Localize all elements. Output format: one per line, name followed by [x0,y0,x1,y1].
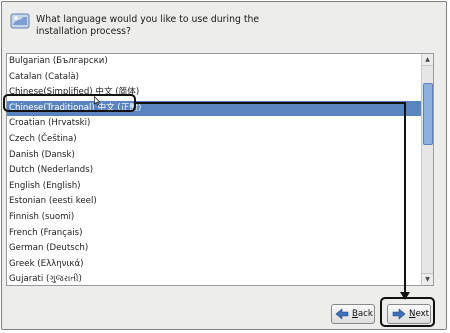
language-item[interactable]: Greek (Ελληνικά) [7,257,421,273]
mouse-cursor-icon [94,96,100,106]
back-button[interactable]: Back [331,304,375,324]
language-list-rows: Bulgarian (Български) Catalan (Català) Chi… [7,54,421,285]
language-item[interactable]: Danish (Dansk) [7,148,421,164]
language-item[interactable]: German (Deutsch) [7,241,421,257]
selection-callout-box [3,94,136,112]
scroll-down-icon[interactable]: ▼ [422,273,433,285]
language-prompt: What language would you like to use duri… [36,14,259,38]
language-item[interactable]: Catalan (Català) [7,70,421,86]
callout-arrow-vertical [404,102,406,294]
next-button-callout [380,297,435,327]
language-item[interactable]: Finnish (suomi) [7,210,421,226]
installer-window: What language would you like to use duri… [1,1,447,330]
language-item[interactable]: Bulgarian (Български) [7,54,421,70]
scroll-up-icon[interactable]: ▲ [422,54,433,66]
scrollbar-thumb[interactable] [423,83,433,145]
language-item[interactable]: Estonian (eesti keel) [7,194,421,210]
language-list[interactable]: Bulgarian (Български) Catalan (Català) Chi… [6,53,434,286]
header: What language would you like to use duri… [6,6,444,52]
language-item[interactable]: Gujarati (ગુજરાતી) [7,272,421,285]
prompt-line-2: installation process? [36,26,131,37]
language-item[interactable]: Croatian (Hrvatski) [7,116,421,132]
callout-arrow-horizontal [136,102,406,104]
language-item[interactable]: French (Français) [7,226,421,242]
language-item[interactable]: Dutch (Nederlands) [7,163,421,179]
prompt-line-1: What language would you like to use duri… [36,14,260,25]
back-arrow-icon [335,308,349,320]
flag-icon [10,13,30,29]
back-label: Back [352,309,373,319]
language-item[interactable]: English (English) [7,179,421,195]
list-scrollbar[interactable]: ▲ ▼ [421,54,433,285]
language-item[interactable]: Czech (Čeština) [7,132,421,148]
